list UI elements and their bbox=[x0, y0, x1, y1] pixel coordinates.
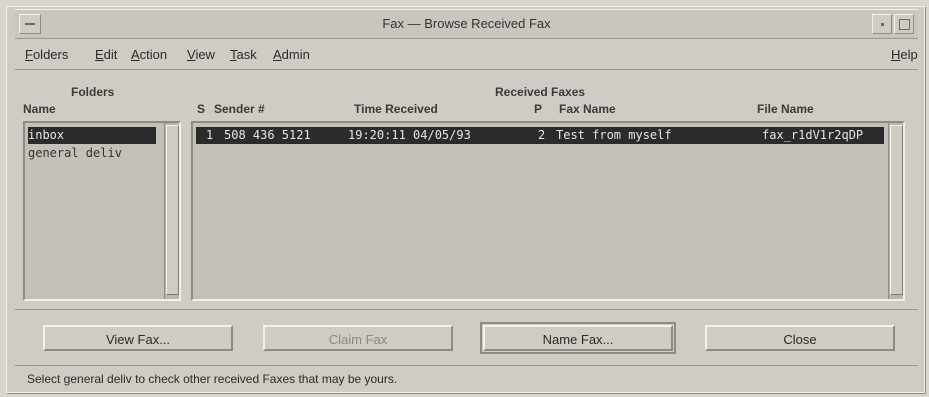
menu-admin[interactable]: Admin bbox=[273, 47, 310, 62]
col-file-name: File Name bbox=[757, 102, 814, 116]
menu-folders[interactable]: Folders bbox=[25, 47, 68, 62]
received-faxes-list[interactable]: 1 508 436 5121 19:20:11 04/05/93 2 Test … bbox=[191, 121, 905, 301]
col-sender: Sender # bbox=[214, 102, 265, 116]
title-bar[interactable]: Fax — Browse Received Fax bbox=[15, 9, 918, 39]
menu-view[interactable]: View bbox=[187, 47, 215, 62]
col-p: P bbox=[534, 102, 543, 116]
menu-task[interactable]: Task bbox=[230, 47, 257, 62]
col-time: Time Received bbox=[354, 102, 438, 116]
received-scroll-thumb[interactable] bbox=[890, 125, 903, 295]
claim-fax-button[interactable]: Claim Fax bbox=[263, 325, 453, 351]
row-file-name: fax_r1dV1r2qDP bbox=[762, 128, 864, 142]
folders-list[interactable]: inbox general deliv bbox=[23, 121, 181, 301]
col-fax-name: Fax Name bbox=[559, 102, 616, 116]
minimize-icon bbox=[881, 23, 884, 26]
menu-bar: Folders Edit Action View Task Admin Help bbox=[15, 41, 918, 70]
name-fax-button[interactable]: Name Fax... bbox=[480, 322, 676, 354]
row-fax-name: Test from myself bbox=[556, 128, 672, 142]
close-button[interactable]: Close bbox=[705, 325, 895, 351]
menu-edit[interactable]: Edit bbox=[95, 47, 117, 62]
received-heading: Received Faxes bbox=[495, 85, 586, 99]
table-row[interactable]: 1 508 436 5121 19:20:11 04/05/93 2 Test … bbox=[196, 127, 884, 144]
minimize-button[interactable] bbox=[872, 14, 892, 34]
row-p: 2 bbox=[538, 128, 546, 142]
folder-item-inbox[interactable]: inbox bbox=[28, 127, 156, 144]
col-s: S bbox=[197, 102, 206, 116]
divider bbox=[15, 309, 918, 310]
row-s: 1 bbox=[206, 128, 214, 142]
menu-help[interactable]: Help bbox=[891, 47, 918, 62]
status-message: Select general deliv to check other rece… bbox=[15, 365, 918, 391]
received-scrollbar[interactable] bbox=[888, 123, 903, 299]
maximize-icon bbox=[899, 19, 910, 30]
folders-name-column: Name bbox=[23, 102, 56, 116]
row-sender: 508 436 5121 bbox=[224, 128, 311, 142]
maximize-button[interactable] bbox=[894, 14, 914, 34]
fax-window: Fax — Browse Received Fax Folders Edit A… bbox=[6, 6, 925, 393]
folder-item-general-deliv[interactable]: general deliv bbox=[28, 145, 122, 162]
view-fax-button[interactable]: View Fax... bbox=[43, 325, 233, 351]
menu-action[interactable]: Action bbox=[131, 47, 167, 62]
folders-heading: Folders bbox=[71, 85, 115, 99]
row-time: 19:20:11 04/05/93 bbox=[348, 128, 471, 142]
window-title: Fax — Browse Received Fax bbox=[382, 16, 551, 31]
folders-scrollbar[interactable] bbox=[164, 123, 179, 299]
folders-scroll-thumb[interactable] bbox=[166, 125, 179, 295]
